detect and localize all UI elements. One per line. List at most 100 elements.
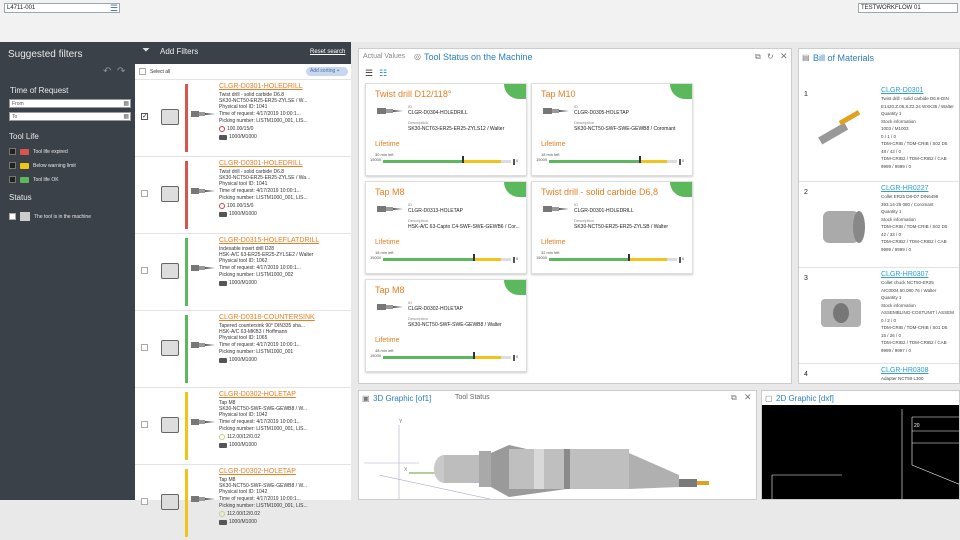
- tool-thumbnail: [191, 342, 215, 348]
- maximize-icon[interactable]: ⧉: [731, 393, 737, 403]
- tool-id-link[interactable]: CLGR-D0318-COUNTERSINK: [219, 314, 315, 321]
- gauge-marker: [472, 254, 475, 261]
- maximize-icon[interactable]: ⧉: [755, 52, 761, 62]
- list-icon[interactable]: ☰: [108, 3, 120, 13]
- physical-tool-id: Physical tool ID: 1042: [219, 489, 268, 495]
- 3d-viewport[interactable]: X Y: [359, 405, 757, 500]
- picking-number: Picking number: LISTM1000_001: [219, 349, 294, 355]
- reset-search-link[interactable]: Reset search: [310, 49, 345, 55]
- undo-icon[interactable]: ↶: [103, 66, 111, 77]
- from-date-input[interactable]: From ▦: [9, 99, 131, 108]
- row-checkbox[interactable]: [141, 344, 148, 351]
- bom-item-link[interactable]: CLGR-HR0307: [881, 271, 928, 278]
- funnel-icon[interactable]: ⏷: [142, 45, 150, 56]
- lifetime-label: Lifetime: [375, 337, 400, 344]
- calendar-icon[interactable]: ▦: [123, 113, 129, 120]
- tool-card[interactable]: Tap M8 ID CLGR-D0313-HOLETAP Description…: [365, 181, 527, 274]
- list-view-icon[interactable]: ☰: [365, 68, 373, 79]
- bom-item-link[interactable]: CLGR-D0301: [881, 87, 923, 94]
- tool-card[interactable]: Tap M10 ID CLGR-D0305-HOLETAP Descriptio…: [531, 83, 693, 176]
- filter-label: The tool is in the machine: [34, 213, 91, 220]
- row-checkbox[interactable]: [141, 112, 148, 120]
- status-bar: [185, 315, 188, 383]
- close-icon[interactable]: ✕: [780, 51, 788, 62]
- result-row[interactable]: CLGR-D0302-HOLETAP Tap M8 SK30-NCT50-SWF…: [135, 464, 351, 540]
- row-checkbox[interactable]: [141, 190, 148, 197]
- tool-holder-icon: [161, 494, 179, 510]
- tool-life-icon: [219, 511, 225, 517]
- tool-id-link[interactable]: CLGR-D0301-HOLEDRILL: [219, 83, 303, 90]
- bill-of-materials-panel: ▤ Bill of Materials 1 CLGR-D0301 Twist dr…: [798, 48, 960, 384]
- tool-id-link[interactable]: CLGR-D0301-HOLEDRILL: [219, 160, 303, 167]
- gauge-warning: [472, 258, 501, 261]
- bom-detail: Quantity 1: [881, 295, 902, 300]
- tool-description: SK30-NCT50-SWF-SWE-GEWB8 / Walter: [408, 322, 502, 328]
- stock-icon: [219, 134, 227, 140]
- bom-item-link[interactable]: CLGR-HR0227: [881, 185, 928, 192]
- tool-id-link[interactable]: CLGR-D0302-HOLETAP: [219, 468, 296, 475]
- redo-icon[interactable]: ↷: [117, 66, 125, 77]
- tool-card[interactable]: Twist drill D12/118° ID CLGR-D0304-HOLED…: [365, 83, 527, 176]
- close-icon[interactable]: ✕: [744, 392, 752, 403]
- checkbox[interactable]: [9, 176, 16, 183]
- calendar-icon[interactable]: ▦: [123, 100, 129, 107]
- checkbox[interactable]: [9, 162, 16, 169]
- bom-position: 4: [804, 371, 808, 378]
- select-all[interactable]: Select all: [139, 68, 170, 75]
- checkbox[interactable]: [9, 213, 16, 220]
- tool-status-link[interactable]: Tool Status: [455, 394, 490, 401]
- tool-description: SK30-NCT50-ER25-ER25-ZYLSB / Walter: [574, 224, 669, 230]
- add-sorting-button[interactable]: Add sorting +: [306, 67, 348, 76]
- 2d-viewport[interactable]: 20: [762, 405, 960, 500]
- gauge-min: 15000: [370, 157, 382, 162]
- bom-detail: Collet chuck NCT50-ER25: [881, 280, 934, 285]
- refresh-icon[interactable]: ↻: [767, 52, 774, 61]
- gauge-min: 15000: [370, 353, 382, 358]
- workflow-field[interactable]: TESTWORKFLOW 01: [858, 3, 958, 13]
- description-label: Description: [408, 218, 429, 223]
- result-row[interactable]: CLGR-D0301-HOLEDRILL Twist drill - solid…: [135, 156, 351, 232]
- gauge-end: [513, 257, 515, 263]
- result-row[interactable]: CLGR-D0301-HOLEDRILL Twist drill - solid…: [135, 79, 351, 155]
- tool-id-link[interactable]: CLGR-D0302-HOLETAP: [219, 391, 296, 398]
- filter-in-machine[interactable]: The tool is in the machine: [9, 212, 91, 221]
- checkbox[interactable]: [139, 68, 146, 75]
- checkbox[interactable]: [9, 148, 16, 155]
- component-image: [821, 299, 861, 327]
- tool-life-label: Tool Life: [9, 132, 39, 141]
- picking-number: Picking number: LISTM1000_001, LIS...: [219, 195, 308, 201]
- bom-icon: ▤: [802, 53, 810, 62]
- panel-title: 2D Graphic [dxf]: [776, 394, 834, 403]
- row-checkbox[interactable]: [141, 421, 148, 428]
- row-checkbox[interactable]: [141, 267, 148, 274]
- status-indicator: [504, 84, 526, 99]
- card-view-icon[interactable]: ☷: [379, 68, 387, 79]
- stock-icon: [219, 280, 227, 286]
- result-row[interactable]: CLGR-D0315-HOLEFLATDRILL Indexable inser…: [135, 233, 351, 309]
- description-label: Description: [574, 218, 595, 223]
- result-row[interactable]: CLGR-D0302-HOLETAP Tap M8 SK30-NCT50-SWF…: [135, 387, 351, 463]
- filter-tool-life-expired[interactable]: Tool life expired: [9, 147, 68, 156]
- filter-below-warning[interactable]: Below warning limit: [9, 161, 76, 170]
- gauge-icon: ◎: [414, 52, 421, 61]
- tool-thumbnail: [377, 304, 403, 310]
- filter-tool-life-ok[interactable]: Tool life OK: [9, 175, 59, 184]
- life-value: 112.00/12/0.02: [219, 511, 260, 517]
- gauge-max: 0: [516, 354, 519, 359]
- to-date-input[interactable]: To ▦: [9, 112, 131, 121]
- status-bar: [185, 469, 188, 537]
- bom-detail: Adapter NCT50 L300: [881, 376, 924, 381]
- lifetime-label: Lifetime: [375, 141, 400, 148]
- add-filters-title[interactable]: Add Filters: [160, 47, 198, 56]
- lifetime-gauge: [383, 254, 511, 261]
- card-title: Tap M10: [541, 89, 576, 99]
- bom-item-link[interactable]: CLGR-HR0308: [881, 367, 928, 374]
- tool-card[interactable]: Twist drill - solid carbide D6,8 ID CLGR…: [531, 181, 693, 274]
- life-value: 112.00/12/0.02: [219, 434, 260, 440]
- gauge-min: 15000: [536, 157, 548, 162]
- search-input[interactable]: L4711-001: [4, 3, 120, 13]
- row-checkbox[interactable]: [141, 498, 148, 505]
- tool-card[interactable]: Tap M8 ID CLGR-D0302-HOLETAP Description…: [365, 279, 527, 372]
- result-row[interactable]: CLGR-D0318-COUNTERSINK Tapered countersi…: [135, 310, 351, 386]
- tool-id-link[interactable]: CLGR-D0315-HOLEFLATDRILL: [219, 237, 319, 244]
